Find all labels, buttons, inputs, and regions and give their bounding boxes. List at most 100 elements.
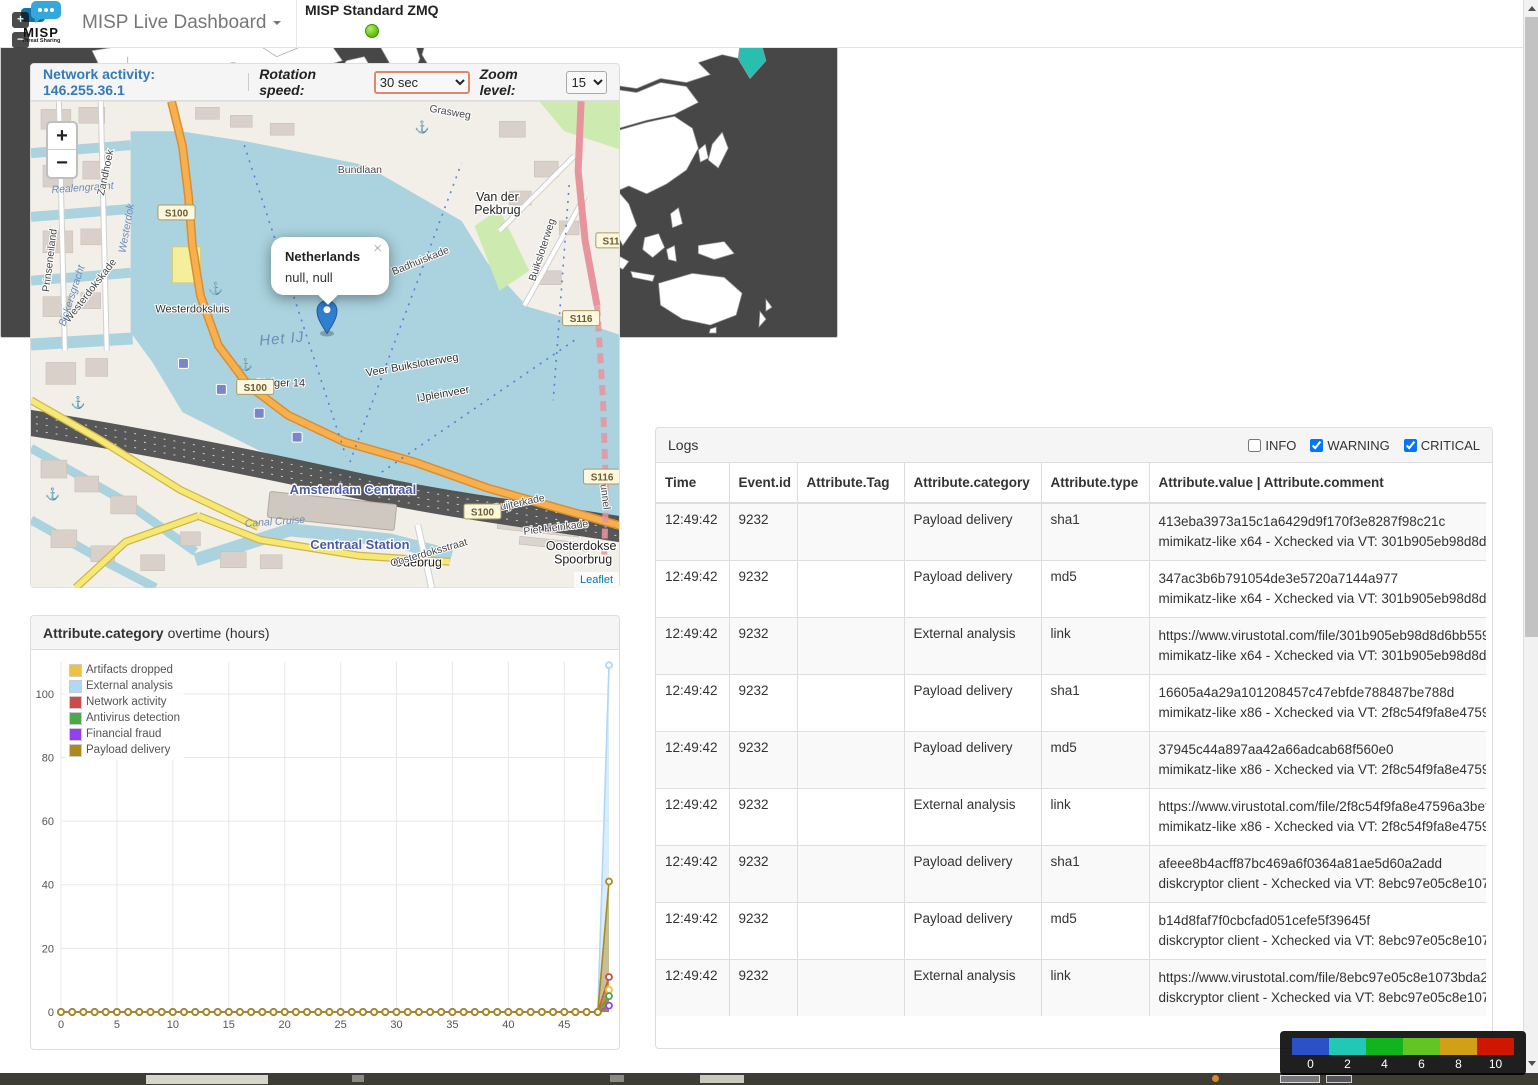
cell-event-id: 9232 <box>729 561 797 618</box>
info-checkbox[interactable] <box>1248 439 1261 452</box>
cell-tag <box>797 846 904 903</box>
chart-title-rest: overtime (hours) <box>168 625 270 641</box>
road-badge: S100 <box>237 379 274 394</box>
svg-text:100: 100 <box>36 689 54 701</box>
svg-text:⚓: ⚓ <box>415 120 430 134</box>
zoom-level-select[interactable]: 15 <box>566 71 607 94</box>
critical-label: CRITICAL <box>1421 438 1480 453</box>
taskbar-tray-item[interactable] <box>1280 1075 1320 1083</box>
map-zoom-out-button[interactable]: − <box>48 150 76 177</box>
filter-warning[interactable]: WARNING <box>1310 438 1389 453</box>
taskbar-tray-item[interactable] <box>1326 1075 1352 1083</box>
filter-critical[interactable]: CRITICAL <box>1404 438 1480 453</box>
table-row: 12:49:429232Payload deliverysha1413eba39… <box>656 503 1486 561</box>
legend-item: External analysis <box>69 678 180 694</box>
cell-event-id: 9232 <box>729 503 797 561</box>
svg-text:40: 40 <box>42 880 54 892</box>
map-label: Westerdoksluis <box>155 304 230 316</box>
logs-header: Logs INFO WARNING CRITICAL <box>656 428 1492 463</box>
cell-category: Payload delivery <box>904 903 1041 960</box>
cell-type: sha1 <box>1041 846 1149 903</box>
cell-value-comment: b14d8faf7f0cbcfad051cefe5f39645fdiskcryp… <box>1149 903 1486 960</box>
network-activity-link[interactable]: Network activity: 146.255.36.1 <box>43 66 238 98</box>
page-scrollbar[interactable] <box>1523 0 1538 1085</box>
taskbar-notification-icon[interactable] <box>1212 1075 1219 1082</box>
cell-category: Payload delivery <box>904 732 1041 789</box>
rotation-speed-select[interactable]: 30 sec <box>374 71 470 94</box>
cell-time: 12:49:42 <box>656 732 729 789</box>
col-attribute-type: Attribute.type <box>1041 463 1149 503</box>
cell-tag <box>797 903 904 960</box>
cell-category: External analysis <box>904 960 1041 1017</box>
cell-value-comment: 37945c44a897aa42a66adcab68f560e0mimikatz… <box>1149 732 1486 789</box>
cell-category: External analysis <box>904 789 1041 846</box>
filter-info[interactable]: INFO <box>1248 438 1296 453</box>
taskbar-window-button[interactable] <box>146 1075 268 1084</box>
scroll-up-button[interactable] <box>1524 0 1538 16</box>
cell-value-comment: 413eba3973a15c1a6429d9f170f3e8287f98c21c… <box>1149 503 1486 561</box>
cell-event-id: 9232 <box>729 618 797 675</box>
table-row: 12:49:429232External analysislinkhttps:/… <box>656 789 1486 846</box>
svg-text:45: 45 <box>558 1019 570 1031</box>
svg-text:10: 10 <box>167 1019 179 1031</box>
dashboard-menu[interactable]: MISP Live Dashboard <box>82 12 281 34</box>
cell-category: External analysis <box>904 618 1041 675</box>
cell-category: Payload delivery <box>904 561 1041 618</box>
cell-category: Payload delivery <box>904 675 1041 732</box>
map-zoom-in-button[interactable]: + <box>48 123 76 150</box>
road-badge: S116 <box>584 469 619 484</box>
taskbar-window-button[interactable] <box>700 1075 744 1083</box>
legend-item: Network activity <box>69 694 180 710</box>
cell-time: 12:49:42 <box>656 675 729 732</box>
world-zoom-out-button[interactable]: − <box>12 32 29 48</box>
cell-type: link <box>1041 618 1149 675</box>
leaflet-attribution[interactable]: Leaflet <box>574 572 619 588</box>
col-attribute-tag: Attribute.Tag <box>797 463 904 503</box>
leaflet-map[interactable]: ⚓⚓⚓ ⚓⚓ Het IJAmsterdam CentraalCentraal … <box>31 101 619 588</box>
info-label: INFO <box>1265 438 1296 453</box>
network-activity-header: Network activity: 146.255.36.1 Rotation … <box>31 64 619 101</box>
table-row: 12:49:429232Payload deliverysha116605a4a… <box>656 675 1486 732</box>
map-label: Bundlaan <box>338 165 382 176</box>
svg-text:S116: S116 <box>570 314 593 325</box>
road-badge: S116 <box>563 311 600 326</box>
critical-checkbox[interactable] <box>1404 439 1417 452</box>
svg-text:15: 15 <box>223 1019 235 1031</box>
svg-text:0: 0 <box>48 1007 54 1019</box>
cell-value-comment: https://www.virustotal.com/file/8ebc97e0… <box>1149 960 1486 1017</box>
scrollbar-thumb[interactable] <box>1525 17 1538 637</box>
svg-text:S11: S11 <box>602 236 619 247</box>
svg-text:25: 25 <box>334 1019 346 1031</box>
cell-value-comment: 16605a4a29a101208457c47ebfde788487be788d… <box>1149 675 1486 732</box>
legend-item: Antivirus detection <box>69 710 180 726</box>
col-attribute-value-comment: Attribute.value | Attribute.comment <box>1149 463 1486 503</box>
cell-tag <box>797 675 904 732</box>
cell-event-id: 9232 <box>729 732 797 789</box>
legend-item: Payload delivery <box>69 742 180 758</box>
cell-tag <box>797 618 904 675</box>
svg-text:5: 5 <box>114 1019 120 1031</box>
taskbar-icon[interactable] <box>352 1075 364 1082</box>
world-zoom-in-button[interactable]: + <box>12 12 29 28</box>
navbar-divider <box>296 0 297 48</box>
table-row: 12:49:429232Payload deliverymd537945c44a… <box>656 732 1486 789</box>
scroll-down-button[interactable] <box>1524 1055 1538 1071</box>
table-row: 12:49:429232External analysislinkhttps:/… <box>656 960 1486 1017</box>
cell-value-comment: afeee8b4acff87bc469a6f0364a81ae5d60a2add… <box>1149 846 1486 903</box>
logs-table: Time Event.id Attribute.Tag Attribute.ca… <box>656 463 1486 1016</box>
svg-text:80: 80 <box>42 752 54 764</box>
chart-title-bold: Attribute.category <box>43 625 164 641</box>
table-row: 12:49:429232External analysislinkhttps:/… <box>656 618 1486 675</box>
world-map-zoom-control: + − <box>12 12 29 52</box>
cell-tag <box>797 960 904 1017</box>
popup-close-icon[interactable]: × <box>373 242 382 256</box>
cell-time: 12:49:42 <box>656 903 729 960</box>
cell-tag <box>797 789 904 846</box>
zoom-level-label: Zoom level: <box>480 66 557 98</box>
table-row: 12:49:429232Payload deliverymd5b14d8faf7… <box>656 903 1486 960</box>
header-separator <box>248 73 249 91</box>
taskbar-icon[interactable] <box>610 1075 624 1082</box>
popup-title: Netherlands <box>285 249 371 264</box>
cell-event-id: 9232 <box>729 675 797 732</box>
warning-checkbox[interactable] <box>1310 439 1323 452</box>
